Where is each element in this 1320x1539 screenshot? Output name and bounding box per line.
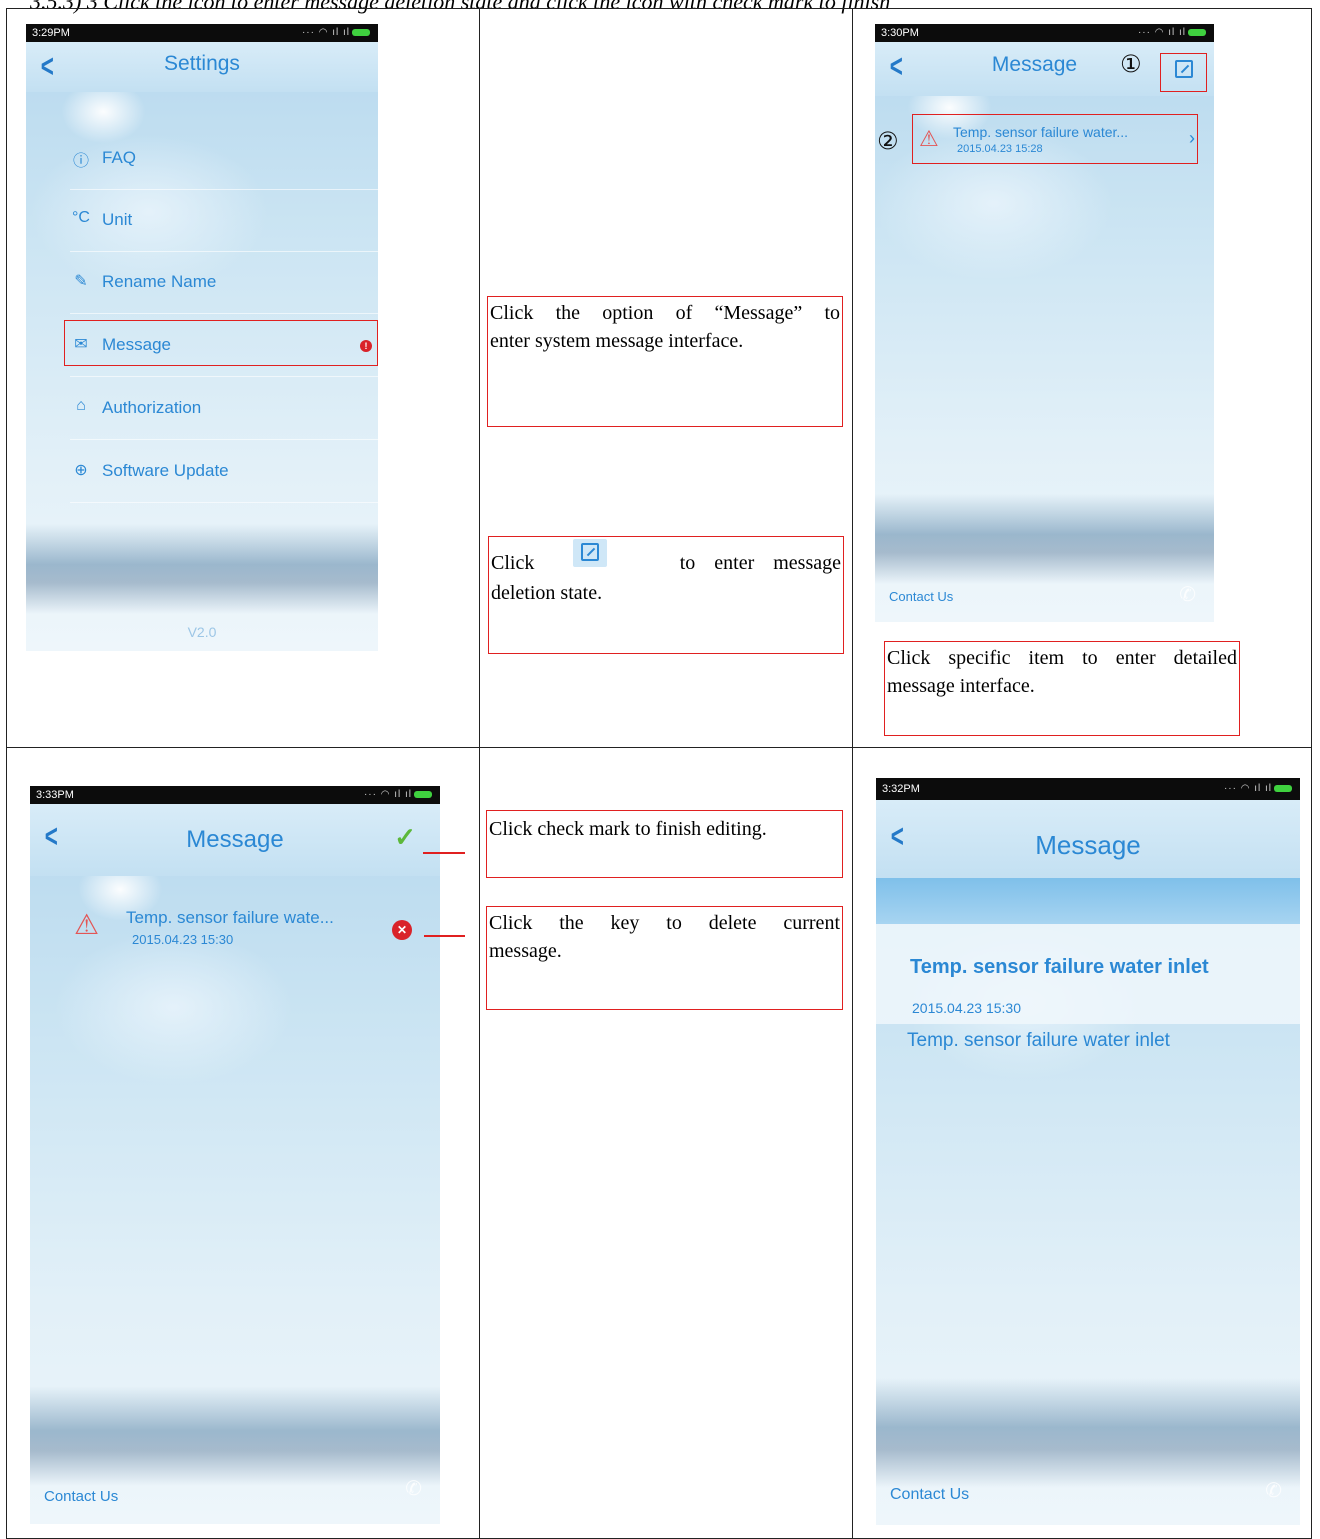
menu-label: Unit [102,210,133,229]
status-icons: ··· ◠ ıl ıl [1224,778,1292,800]
contact-us-link[interactable]: Contact Us [889,589,953,604]
phone-icon[interactable]: ✆ [1265,1478,1282,1503]
page-title: Settings [164,52,240,75]
note-edit-icon: Click to enter message deletion state. [488,536,844,654]
globe-icon: ⊕ [74,462,88,479]
background-pool-image [26,524,378,614]
menu-item-authorization[interactable]: ⌂ Authorization [70,378,378,440]
contact-us-link[interactable]: Contact Us [44,1488,118,1505]
status-time: 3:30PM [881,27,919,39]
marker-two: ② [877,127,899,155]
nav-bar: < Settings [26,42,378,92]
celsius-icon: °C [72,209,90,226]
status-bar: 3:32PM ··· ◠ ıl ıl [876,778,1300,800]
highlight-message-item [912,114,1198,164]
background-pool-image [876,1378,1300,1488]
note-line: enter system message interface. [490,330,744,352]
leader-line-delete [424,935,465,937]
message-edit-screen: 3:33PM ··· ◠ ıl ıl < Message ✓ ⚠ Temp. s… [30,786,440,1524]
phone-icon[interactable]: ✆ [405,1476,422,1501]
message-detail-screen: 3:32PM ··· ◠ ıl ıl < Message Temp. senso… [876,778,1300,1525]
status-icons: ··· ◠ ıl ıl [302,24,370,42]
contact-us-link[interactable]: Contact Us [890,1486,969,1504]
note-item: Click specific item to enter detailed me… [884,641,1240,736]
detail-header: Temp. sensor failure water inlet 2015.04… [876,924,1300,1024]
note-line: message. [489,940,562,962]
battery-icon [1274,784,1292,792]
nav-bar: < Message ✓ [30,804,440,876]
note-check: Click check mark to finish editing. [486,810,843,878]
edit-icon [573,539,607,567]
menu-label: Rename Name [102,272,217,291]
note-line: deletion state. [491,582,603,604]
note-line: message interface. [887,675,1035,697]
phone-icon[interactable]: ✆ [1179,582,1196,607]
page-title: Message [186,826,284,853]
status-icons: ··· ◠ ıl ıl [1138,24,1206,42]
menu-label: FAQ [102,148,137,167]
message-title: Temp. sensor failure wate... [126,908,334,927]
status-time: 3:32PM [882,783,920,795]
highlight-message-item [64,320,378,366]
detail-date: 2015.04.23 15:30 [912,1000,1021,1016]
note-line: Click the key to delete current [489,912,840,934]
column-divider [852,9,853,1538]
section-band [876,878,1300,924]
marker-one: ① [1120,50,1142,78]
background-pool-image [875,494,1214,584]
column-divider [479,9,480,1538]
status-bar: 3:33PM ··· ◠ ıl ıl [30,786,440,804]
check-mark-icon[interactable]: ✓ [394,822,416,853]
note-word: Click [491,552,535,574]
status-bar: 3:30PM ··· ◠ ıl ıl [875,24,1214,42]
warning-icon: ⚠ [74,909,100,940]
menu-label: Software Update [102,461,229,480]
menu-item-software-update[interactable]: ⊕ Software Update [70,441,378,503]
detail-title: Temp. sensor failure water inlet [910,956,1209,978]
delete-icon[interactable]: ✕ [392,920,412,940]
background-pool-image [30,1386,440,1486]
pencil-icon: ✎ [74,273,88,290]
note-line: Click the option of “Message” to [490,302,840,324]
battery-icon [1188,28,1206,36]
status-icons: ··· ◠ ıl ıl [364,786,432,804]
menu-item-rename[interactable]: ✎ Rename Name [70,252,378,314]
menu-item-faq[interactable]: ⓘ FAQ [70,128,378,190]
message-list-item: ⚠ Temp. sensor failure wate... 2015.04.2… [74,904,424,952]
status-time: 3:29PM [32,27,70,39]
page-title: Message [1035,830,1141,860]
note-message-option: Click the option of “Message” to enter s… [487,296,843,427]
battery-icon [414,790,432,798]
note-line: Click check mark to finish editing. [489,818,767,840]
note-line: Click specific item to enter detailed [887,647,1237,669]
note-word: to enter message [679,552,841,574]
version-label: V2.0 [187,624,217,640]
info-icon: ⓘ [72,153,89,170]
status-bar: 3:29PM ··· ◠ ıl ıl [26,24,378,42]
menu-label: Authorization [102,398,202,417]
message-date: 2015.04.23 15:30 [132,932,234,947]
nav-bar: < Message [876,800,1300,878]
detail-body: Temp. sensor failure water inlet [907,1030,1170,1051]
note-delete: Click the key to delete current message. [486,906,843,1010]
highlight-edit-icon [1160,53,1207,92]
status-time: 3:33PM [36,789,74,801]
row-divider [7,747,1311,748]
battery-icon [352,28,370,36]
leader-line-check [423,852,465,854]
lock-icon: ⌂ [76,397,86,414]
menu-item-unit[interactable]: °C Unit [70,190,378,252]
